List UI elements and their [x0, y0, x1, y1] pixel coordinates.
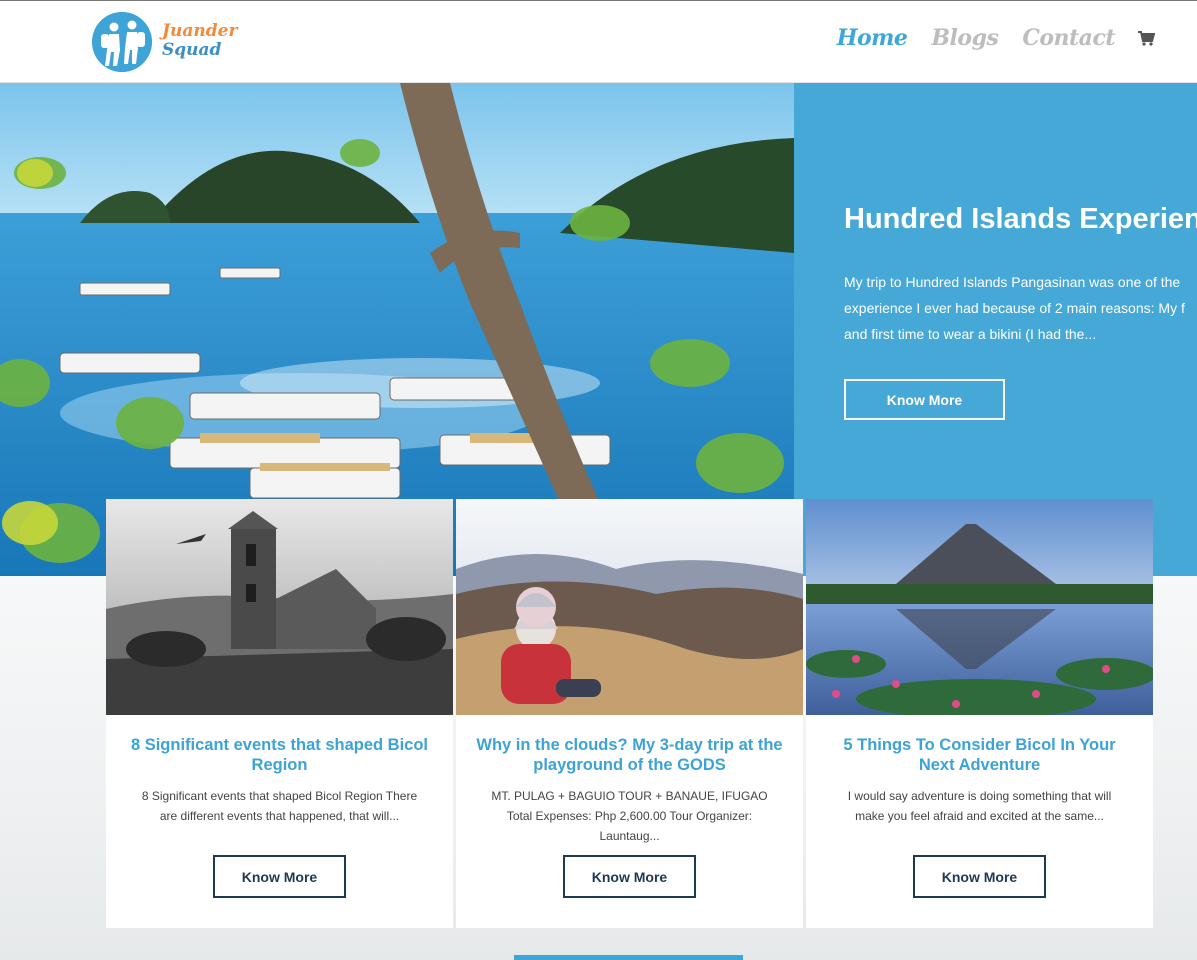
cart-icon[interactable]	[1137, 29, 1155, 47]
bottom-accent-bar	[514, 955, 743, 960]
blog-card: 8 Significant events that shaped Bicol R…	[106, 499, 453, 928]
blog-card-grid: 8 Significant events that shaped Bicol R…	[106, 499, 1153, 928]
nav-contact[interactable]: Contact	[1022, 25, 1115, 51]
logo-line2: Squad	[162, 40, 222, 60]
logo-line1: Juander	[162, 21, 238, 41]
card-excerpt: I would say adventure is doing something…	[847, 789, 1112, 823]
hero-title[interactable]: Hundred Islands Experience	[844, 203, 1197, 236]
blog-card: Why in the clouds? My 3-day trip at the …	[456, 499, 803, 928]
blog-card: 5 Things To Consider Bicol In Your Next …	[806, 499, 1153, 928]
hero-excerpt-line: and first time to wear a bikini (I had t…	[844, 326, 1097, 342]
card-image-mountains[interactable]	[456, 499, 803, 715]
logo-wordmark: Juander Squad	[162, 22, 237, 60]
backpacker-logo-icon	[92, 12, 152, 72]
hero-excerpt-line: My trip to Hundred Islands Pangasinan wa…	[844, 274, 1181, 290]
site-logo[interactable]: Juander Squad	[92, 12, 242, 74]
main-nav: Home Blogs Contact	[813, 25, 1155, 51]
nav-blogs[interactable]: Blogs	[931, 25, 998, 51]
hero-excerpt: My trip to Hundred Islands Pangasinan wa…	[844, 269, 1197, 347]
card-title[interactable]: Why in the clouds? My 3-day trip at the …	[476, 735, 783, 775]
card-excerpt: MT. PULAG + BAGUIO TOUR + BANAUE, IFUGAO…	[491, 789, 768, 843]
card-title[interactable]: 8 Significant events that shaped Bicol R…	[126, 735, 433, 775]
card-excerpt: 8 Significant events that shaped Bicol R…	[141, 789, 418, 823]
hero-know-more-button[interactable]: Know More	[844, 379, 1005, 420]
nav-home[interactable]: Home	[837, 25, 908, 51]
card-know-more-button[interactable]: Know More	[563, 855, 696, 898]
card-image-volcano[interactable]	[806, 499, 1153, 715]
card-title[interactable]: 5 Things To Consider Bicol In Your Next …	[826, 735, 1133, 775]
card-image-ruins[interactable]	[106, 499, 453, 715]
card-know-more-button[interactable]: Know More	[913, 855, 1046, 898]
hero-excerpt-line: experience I ever had because of 2 main …	[844, 300, 1185, 316]
card-know-more-button[interactable]: Know More	[213, 855, 346, 898]
site-header: Juander Squad Home Blogs Contact	[0, 0, 1197, 83]
